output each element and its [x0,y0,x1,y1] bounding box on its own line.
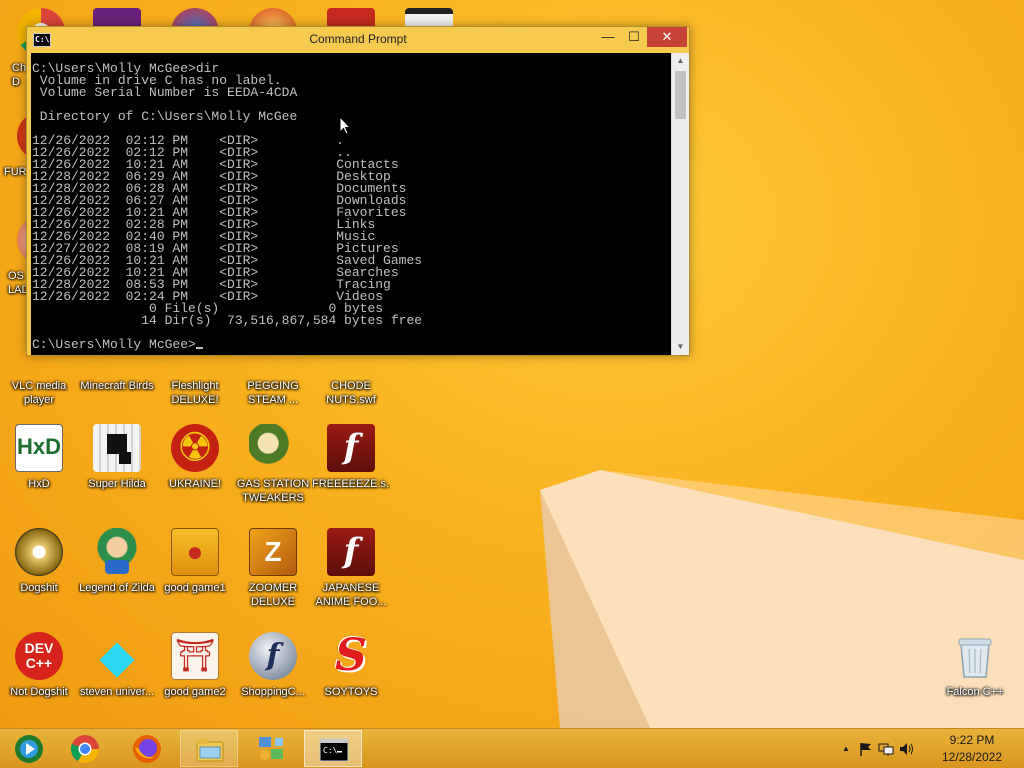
desktop-icon-label: Falcon C++ [946,686,1004,698]
window-title: Command Prompt [309,32,407,46]
svg-text:C:\: C:\ [323,746,338,755]
scroll-up-button[interactable]: ▲ [672,53,689,69]
dev-cpp-icon: DEV C++ [15,632,63,680]
taskbar-network-app[interactable] [242,730,300,767]
desktop-icon-not-dogshit[interactable]: DEV C++ Not Dogshit [0,632,78,728]
torii-gate-icon: ⛩ [171,632,219,680]
scroll-thumb[interactable] [675,71,686,119]
close-button[interactable]: ✕ [647,27,687,47]
flash-player-icon: f [249,632,297,680]
media-center-icon [15,735,43,763]
action-center-flag-icon[interactable] [858,741,874,757]
clock-date[interactable]: 12/28/2022 [932,750,1012,764]
recycle-bin-icon [951,632,999,680]
console-line: C:\Users\Molly McGee> [32,337,196,352]
desktop-icon-label: UKRAINE! [169,478,221,490]
desktop-icon-label: HxD [28,478,50,490]
desktop-icon-zoomer-deluxe[interactable]: Z ZOOMER DELUXE [234,528,312,624]
console-text: C:\Users\Molly McGee>dir Volume in drive… [31,53,671,351]
character-icon [93,528,141,576]
network-icon[interactable] [878,741,894,757]
desktop-icon-hxd[interactable]: HxD HxD [0,424,78,520]
desktop-icon-dogshit[interactable]: Dogshit [0,528,78,624]
text-cursor [195,347,203,349]
system-tray: ▲ 9:22 PM 12/28/2022 [834,729,1024,768]
vertical-scrollbar[interactable]: ▲ ▼ [671,53,689,355]
minimize-button[interactable]: — [595,27,621,47]
command-prompt-window[interactable]: C:\ Command Prompt — ☐ ✕ C:\Users\Molly … [26,26,690,356]
desktop-icon-good-game2[interactable]: ⛩ good game2 [156,632,234,728]
firefox-icon [133,735,161,763]
desktop-icon-label: VLC media player [11,380,67,406]
desktop-icon-label: Fleshlight DELUXE! [171,380,219,406]
desktop-icon-label: FREEEEEZE.s... [312,478,390,490]
desktop-icon-label: Super Hilda [88,478,146,490]
desktop-icon-label: good game2 [164,686,226,698]
hxd-icon: HxD [15,424,63,472]
mouse-pointer-icon [339,116,351,135]
desktop: Ch D FUR OS LAD VLC media player Minecra… [0,0,1024,728]
folder-icon [196,739,224,762]
desktop-icon-label: ZOOMER DELUXE [248,582,298,608]
taskbar: C:\ ▲ 9:22 PM 12/28/2022 [0,728,1024,768]
gem-icon [93,632,141,680]
soytoys-icon: S [335,632,367,680]
radiation-icon [171,424,219,472]
disc-icon [15,528,63,576]
taskbar-command-prompt[interactable]: C:\ [304,730,362,767]
flash-file-icon: f [327,424,375,472]
show-hidden-icons-button[interactable]: ▲ [838,741,854,757]
console-line: Directory of C:\Users\Molly McGee [32,109,298,124]
pixel-character-icon [93,424,141,472]
chrome-icon [70,735,99,763]
desktop-icon-label: Minecraft Birds [80,380,154,392]
network-icon [259,737,283,760]
desktop-icon-label: ShoppingC... [241,686,305,698]
mahjong-tile-icon [171,528,219,576]
desktop-icon-label: PEGGING STEAM ... [247,380,299,406]
taskbar-firefox[interactable] [118,730,176,767]
desktop-icon-label: GAS STATION TWEAKERS [236,478,310,504]
desktop-icon-shoppingc[interactable]: f ShoppingC... [234,632,312,728]
console-line: 14 Dir(s) 73,516,867,584 bytes free [32,313,423,328]
desktop-icon-label: JAPANESE ANIME FOO... [315,582,387,608]
taskbar-file-explorer[interactable] [180,730,238,767]
desktop-icon-good-game1[interactable]: good game1 [156,528,234,624]
maximize-button[interactable]: ☐ [621,27,647,47]
scroll-down-button[interactable]: ▼ [672,339,689,355]
desktop-icon-label: SOYTOYS [324,686,378,698]
desktop-icon-falcon-cpp[interactable]: Falcon C++ [936,632,1014,728]
console-output-area[interactable]: C:\Users\Molly McGee>dir Volume in drive… [31,53,671,355]
desktop-icon-label: good game1 [164,582,226,594]
desktop-icon-super-hilda[interactable]: Super Hilda [78,424,156,520]
zoomer-icon: Z [249,528,297,576]
plant-character-icon [249,424,297,472]
desktop-icon-label: Dogshit [20,582,58,594]
clock-time[interactable]: 9:22 PM [932,733,1012,747]
desktop-icon-label: Not Dogshit [10,686,68,698]
console-line: Volume Serial Number is EEDA-4CDA [32,85,298,100]
desktop-icon-label: Legend of Zilda [79,582,155,594]
desktop-icon-steven-universe[interactable]: steven univer... [78,632,156,728]
desktop-icon-ukraine[interactable]: UKRAINE! [156,424,234,520]
taskbar-chrome[interactable] [56,730,114,767]
taskbar-media-center[interactable] [0,730,58,767]
desktop-icon-freeeeeze[interactable]: f FREEEEEZE.s... [312,424,390,520]
desktop-icon-soytoys[interactable]: S SOYTOYS [312,632,390,728]
desktop-icon-label: steven univer... [80,686,154,698]
command-prompt-icon: C:\ [319,738,349,762]
desktop-icon-legend-of-zilda[interactable]: Legend of Zilda [78,528,156,624]
window-titlebar[interactable]: C:\ Command Prompt — ☐ ✕ [27,27,689,53]
desktop-icon-gas-station-tweakers[interactable]: GAS STATION TWEAKERS [234,424,312,520]
desktop-icon-label: CHODE NUTS.swf [326,380,376,406]
desktop-icon-japanese-anime[interactable]: f JAPANESE ANIME FOO... [312,528,390,624]
volume-icon[interactable] [898,741,914,757]
flash-file-icon: f [327,528,375,576]
